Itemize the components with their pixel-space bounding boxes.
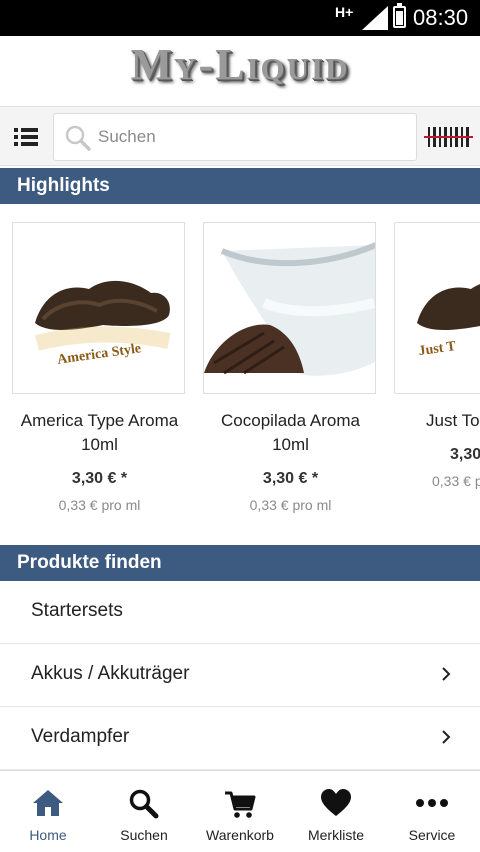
product-image-text: Just T [418, 339, 458, 359]
product-card[interactable]: Just T Just To Aroma 3,30 0,33 € pro ml [394, 222, 480, 489]
product-name[interactable]: Cocopilada Aroma 10ml [203, 409, 378, 457]
highlights-header: Highlights [0, 168, 480, 204]
more-icon [416, 799, 448, 807]
product-price: 3,30 € * [262, 470, 319, 487]
battery-icon [393, 3, 406, 28]
barcode-scan-button[interactable] [420, 107, 480, 167]
menu-icon [14, 128, 38, 132]
tobacco-image: Just T [417, 284, 480, 359]
menu-button[interactable] [0, 107, 52, 167]
coconut-drink-image [204, 223, 375, 393]
chevron-right-icon [442, 730, 451, 744]
tobacco-image: America Style [35, 280, 171, 368]
app-header: My-Liquid [0, 36, 480, 106]
network-type: H+ [335, 4, 354, 20]
category-list: Startersets Akkus / Akkuträger Verdampfe… [0, 581, 480, 770]
product-image-text: America Style [56, 341, 142, 368]
tab-wishlist[interactable]: Merkliste [288, 771, 384, 852]
signal-icon [362, 6, 388, 30]
barcode-icon [424, 127, 473, 147]
tab-label: Warenkorb [206, 827, 274, 843]
product-unit-price: 0,33 € pro ml [58, 497, 141, 513]
search-icon [65, 125, 91, 151]
category-label: Akkus / Akkuträger [31, 663, 190, 684]
tab-label: Service [408, 827, 456, 843]
tab-label: Home [29, 827, 67, 843]
product-card[interactable]: America Style America Type Aroma 10ml 3,… [12, 222, 187, 513]
tab-label: Suchen [120, 827, 168, 843]
app-screen: H+ 08:30 My-Liquid Suchen Highlights Ame… [0, 0, 480, 852]
category-label: Startersets [31, 600, 123, 621]
product-image[interactable]: Just T [394, 222, 480, 394]
tab-service[interactable]: Service [384, 771, 480, 852]
chevron-right-icon [442, 667, 451, 681]
category-item-startersets[interactable]: Startersets [0, 581, 480, 644]
product-price: 3,30 € * [71, 470, 128, 487]
product-unit-price: 0,33 € pro ml [432, 473, 480, 489]
product-image[interactable]: America Style [12, 222, 185, 394]
product-name[interactable]: Just To Aroma [394, 409, 480, 433]
heart-icon [321, 789, 351, 816]
product-name[interactable]: America Type Aroma 10ml [12, 409, 187, 457]
tab-cart[interactable]: Warenkorb [192, 771, 288, 852]
tab-label: Merkliste [307, 827, 364, 843]
tab-search[interactable]: Suchen [96, 771, 192, 852]
category-label: Verdampfer [31, 726, 130, 747]
search-toolbar [0, 106, 480, 166]
categories-header: Produkte finden [0, 545, 480, 581]
home-icon [33, 790, 63, 816]
status-bar: H+ 08:30 [0, 0, 480, 36]
search-box[interactable] [53, 113, 417, 161]
bottom-tab-bar: Home Suchen Warenkorb Merkliste Service [0, 770, 480, 852]
category-item-verdampfer[interactable]: Verdampfer [0, 707, 480, 770]
cart-icon [225, 791, 256, 818]
category-item-akkus[interactable]: Akkus / Akkuträger [0, 644, 480, 707]
product-price: 3,30 [450, 446, 480, 463]
search-icon [129, 789, 159, 819]
product-unit-price: 0,33 € pro ml [249, 497, 332, 513]
product-card[interactable]: Cocopilada Aroma 10ml 3,30 € * 0,33 € pr… [203, 222, 378, 513]
search-input[interactable] [98, 122, 398, 152]
product-image[interactable] [203, 222, 376, 394]
clock: 08:30 [413, 5, 469, 30]
app-logo[interactable]: My-Liquid [0, 39, 480, 90]
highlights-carousel[interactable]: America Style America Type Aroma 10ml 3,… [0, 204, 480, 542]
tab-home[interactable]: Home [0, 771, 96, 852]
